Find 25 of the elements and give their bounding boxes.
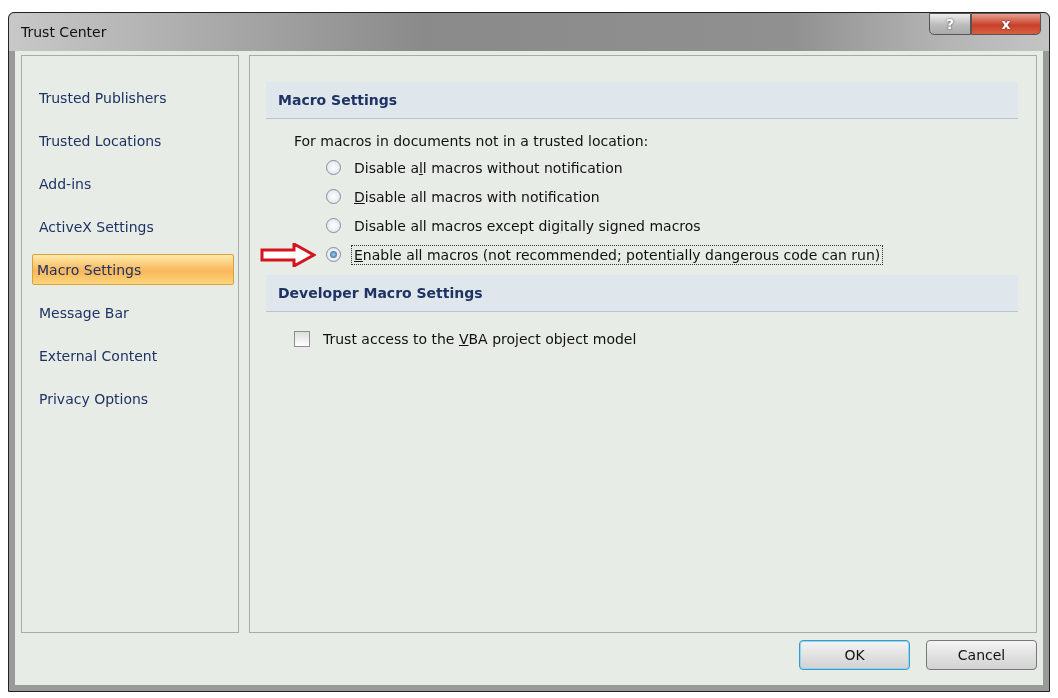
option-label: Trust access to the VBA project object model <box>322 329 638 349</box>
radio-button[interactable] <box>326 189 341 204</box>
sidebar-item[interactable]: Message Bar <box>34 297 234 328</box>
dialog-button[interactable]: Cancel <box>926 640 1037 670</box>
close-button[interactable]: x <box>971 13 1041 35</box>
dialog-button[interactable]: OK <box>799 640 910 670</box>
radio-button[interactable] <box>326 160 341 175</box>
radio-button[interactable] <box>326 247 341 262</box>
sidebar-item[interactable]: Trusted Locations <box>34 125 234 156</box>
section-header: Macro Settings <box>266 82 1018 119</box>
intro-text: For macros in documents not in a trusted location: <box>294 133 650 149</box>
sidebar-item[interactable]: Trusted Publishers <box>34 82 234 113</box>
checkbox[interactable] <box>294 330 310 347</box>
window-title: Trust Center <box>21 24 107 40</box>
sidebar-item[interactable]: Add-ins <box>34 168 234 199</box>
section-header: Developer Macro Settings <box>266 275 1018 312</box>
sidebar-item[interactable]: External Content <box>34 340 234 371</box>
sidebar-item[interactable]: ActiveX Settings <box>34 211 234 242</box>
sidebar-item[interactable]: Privacy Options <box>34 383 234 414</box>
sidebar-item[interactable]: Macro Settings <box>32 254 234 285</box>
option-label: Disable all macros without notification <box>353 158 624 178</box>
option-label: Disable all macros except digitally signed macros <box>353 216 702 236</box>
radio-button[interactable] <box>326 218 341 233</box>
option-label: Enable all macros (not recommended; potentially dangerous code can run) <box>351 244 884 265</box>
option-label: Disable all macros with notification <box>353 187 601 207</box>
